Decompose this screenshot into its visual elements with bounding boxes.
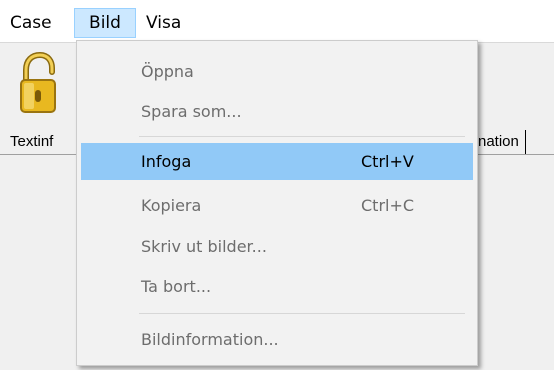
menu-item-label: Ta bort... — [141, 277, 212, 296]
menu-item-infoga[interactable]: Infoga Ctrl+V — [81, 143, 473, 180]
tab-information[interactable]: nation — [478, 130, 526, 154]
menu-item-label: Infoga — [141, 152, 192, 171]
menu-item-label: Öppna — [141, 62, 194, 81]
menu-item-shortcut: Ctrl+C — [361, 196, 415, 215]
tab-textinformation[interactable]: Textinf — [10, 130, 53, 154]
menu-item-ta-bort[interactable]: Ta bort... — [81, 268, 473, 305]
menu-item-label: Bildinformation... — [141, 330, 279, 349]
bild-dropdown-menu: Öppna Spara som... Infoga Ctrl+V Kopiera… — [76, 40, 478, 366]
menu-item-label: Skriv ut bilder... — [141, 237, 267, 256]
menu-item-shortcut: Ctrl+V — [361, 152, 414, 171]
menu-item-skriv-ut-bilder[interactable]: Skriv ut bilder... — [81, 228, 473, 265]
menu-separator — [139, 136, 465, 137]
menu-bar: Case Bild Visa — [0, 0, 554, 42]
unlocked-padlock-icon[interactable] — [18, 52, 58, 116]
menu-visa[interactable]: Visa — [140, 8, 187, 38]
menu-item-label: Spara som... — [141, 102, 242, 121]
menu-item-label: Kopiera — [141, 196, 202, 215]
menu-bild[interactable]: Bild — [74, 8, 136, 38]
menu-item-oppna[interactable]: Öppna — [81, 53, 473, 90]
menu-case[interactable]: Case — [4, 8, 58, 38]
menu-separator — [139, 313, 465, 314]
menu-item-spara-som[interactable]: Spara som... — [81, 93, 473, 130]
menu-item-bildinformation[interactable]: Bildinformation... — [81, 321, 473, 358]
menu-item-kopiera[interactable]: Kopiera Ctrl+C — [81, 187, 473, 224]
